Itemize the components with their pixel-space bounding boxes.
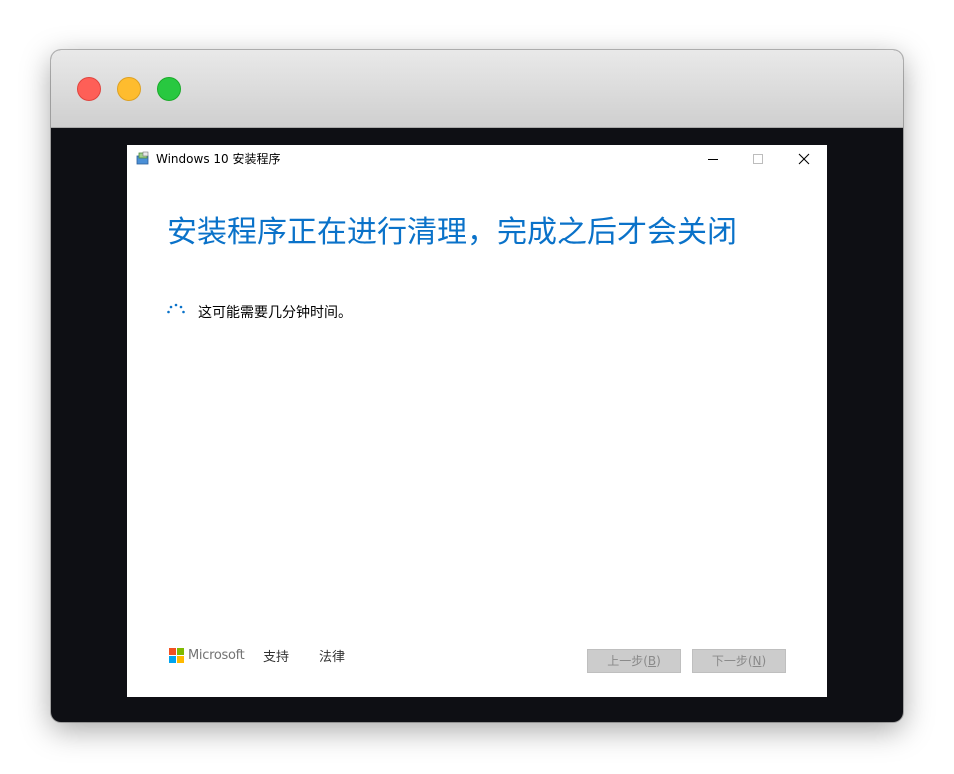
next-button-label-suffix: ) — [761, 654, 767, 668]
mac-titlebar — [51, 50, 903, 128]
setup-app-icon — [136, 151, 149, 165]
minimize-button[interactable] — [690, 145, 736, 173]
support-link[interactable]: 支持 — [263, 649, 289, 667]
maximize-button[interactable] — [735, 145, 781, 173]
back-button-accesskey: B — [647, 654, 657, 668]
maximize-icon — [753, 154, 763, 164]
close-icon — [798, 153, 810, 165]
next-button[interactable]: 下一步(N) — [692, 649, 786, 673]
back-button-label-suffix: ) — [656, 654, 661, 668]
mac-zoom-button[interactable] — [157, 77, 181, 101]
setup-titlebar: Windows 10 安装程序 — [127, 145, 827, 173]
setup-window: Windows 10 安装程序 安装程序正在进行清理，完成之后才会关闭 这可能需… — [127, 145, 827, 697]
mac-close-button[interactable] — [77, 77, 101, 101]
back-button-label-prefix: 上一步( — [607, 654, 648, 668]
minimize-icon — [708, 159, 718, 160]
microsoft-wordmark: Microsoft — [188, 648, 245, 663]
mac-minimize-button[interactable] — [117, 77, 141, 101]
close-button[interactable] — [781, 145, 827, 173]
window-title: Windows 10 安装程序 — [156, 152, 281, 166]
next-button-label-prefix: 下一步( — [711, 654, 753, 668]
page-heading: 安装程序正在进行清理，完成之后才会关闭 — [167, 215, 737, 250]
microsoft-logo-icon — [169, 648, 185, 664]
loading-spinner-icon — [167, 303, 185, 314]
legal-link[interactable]: 法律 — [319, 649, 345, 667]
back-button[interactable]: 上一步(B) — [587, 649, 681, 673]
status-message: 这可能需要几分钟时间。 — [198, 305, 352, 321]
mac-window-frame: Windows 10 安装程序 安装程序正在进行清理，完成之后才会关闭 这可能需… — [51, 50, 903, 722]
